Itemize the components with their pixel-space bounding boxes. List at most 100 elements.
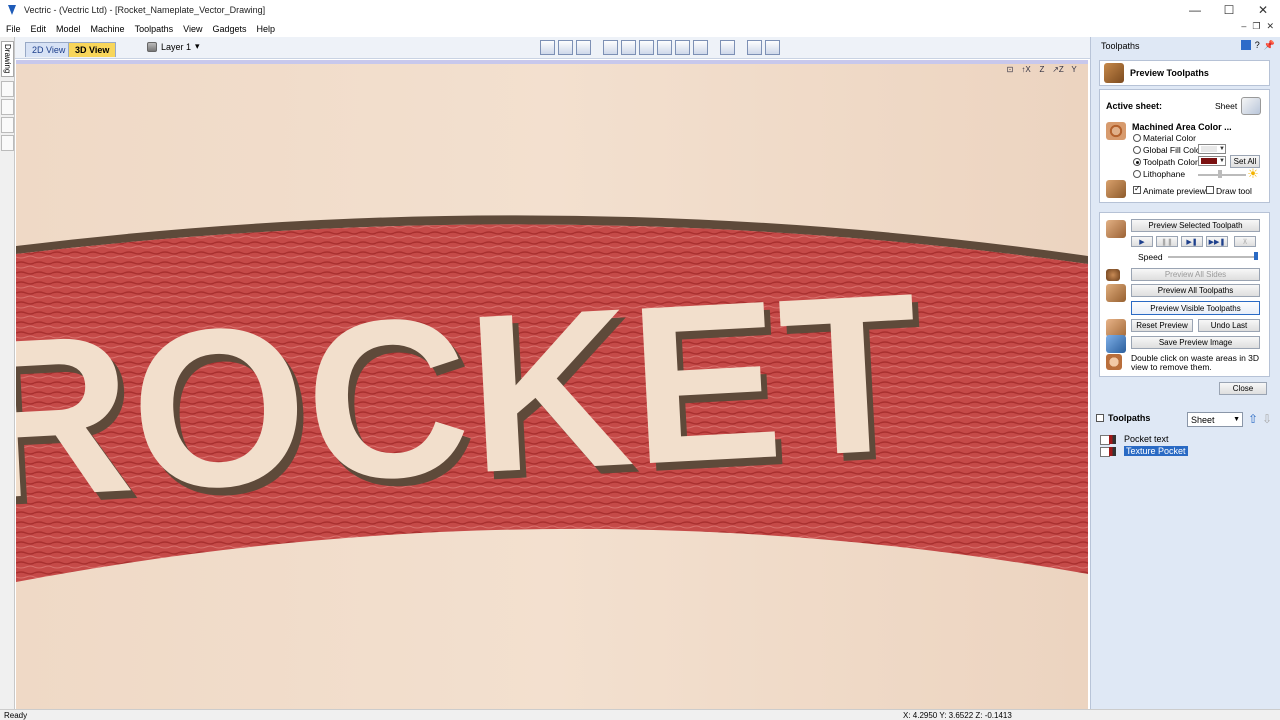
play-icon[interactable]: ▶: [1131, 236, 1153, 247]
pin-icon[interactable]: 📌: [1264, 40, 1275, 51]
layer-label: Layer 1: [161, 41, 192, 52]
active-sheet-label: Active sheet:: [1106, 101, 1163, 111]
view-rotate-icon[interactable]: [693, 40, 708, 55]
chevron-down-icon: ▾: [195, 41, 200, 51]
chevron-down-icon: ▼: [1219, 146, 1225, 152]
toolbar-separator: [711, 40, 717, 55]
speed-slider[interactable]: [1168, 256, 1256, 258]
toolpath-color-label: Toolpath Color: [1143, 157, 1198, 167]
strip-tab[interactable]: [1, 99, 14, 115]
speed-slider-thumb[interactable]: [1254, 252, 1258, 260]
toolpath-icon: [1100, 446, 1118, 457]
global-fill-color-picker[interactable]: ▼: [1198, 144, 1226, 154]
preview-visible-toolpaths-button[interactable]: Preview Visible Toolpaths: [1131, 301, 1260, 315]
status-bar: Ready X: 4.2950 Y: 3.6522 Z: -0.1413: [0, 709, 1280, 720]
mdi-close-icon[interactable]: ✕: [1266, 21, 1274, 32]
minimize-icon[interactable]: —: [1178, 0, 1212, 20]
iso-view-icon[interactable]: ⊡: [1003, 62, 1017, 76]
toolbar-separator: [738, 40, 744, 55]
menu-help[interactable]: Help: [257, 24, 276, 34]
reset-preview-button[interactable]: Reset Preview: [1131, 319, 1193, 332]
preview-selected-icon: [1106, 220, 1126, 238]
toolpath-item-pocket-text[interactable]: Pocket text: [1100, 433, 1169, 445]
lithophane-slider[interactable]: [1198, 174, 1246, 176]
layer-icon: [147, 41, 157, 52]
strip-tab[interactable]: [1, 81, 14, 97]
sheet-label: Sheet: [1215, 101, 1238, 111]
view-select-icon[interactable]: [675, 40, 690, 55]
undo-last-button[interactable]: Undo Last: [1198, 319, 1260, 332]
toolpath-item-texture-pocket[interactable]: Texture Pocket: [1100, 445, 1188, 457]
save-preview-image-button[interactable]: Save Preview Image: [1131, 336, 1260, 349]
chevron-down-icon: ▼: [1233, 416, 1240, 423]
chevron-down-icon: ▼: [1219, 158, 1225, 164]
lithophane-slider-thumb[interactable]: [1218, 170, 1222, 178]
global-fill-color-label: Global Fill Color: [1143, 145, 1204, 155]
preview-toolpaths-header: Preview Toolpaths: [1099, 60, 1270, 86]
snap-icon[interactable]: [540, 40, 555, 55]
layer-dropdown[interactable]: Layer 1 ▾: [147, 41, 200, 52]
layout-tile-icon[interactable]: [765, 40, 780, 55]
left-panel-strip: Drawing: [0, 37, 15, 709]
lighting-icon[interactable]: [720, 40, 735, 55]
skip-to-end-icon[interactable]: ▶▶❚: [1206, 236, 1228, 247]
mdi-minimize-icon[interactable]: –: [1241, 21, 1246, 32]
stop-icon[interactable]: ⊼: [1234, 236, 1256, 247]
title-bar: Vectric - (Vectric Ltd) - [Rocket_Namepl…: [0, 0, 1280, 20]
3d-viewport[interactable]: ROCKET ROCKET: [16, 60, 1088, 709]
tab-3d-view[interactable]: 3D View: [68, 42, 117, 57]
z-rotate-view-icon[interactable]: ↗Z: [1051, 62, 1065, 76]
sheet-select[interactable]: Sheet ▼: [1187, 412, 1243, 427]
zoom-box-icon[interactable]: [657, 40, 672, 55]
y-view-icon[interactable]: Y: [1067, 62, 1081, 76]
x-view-icon[interactable]: ↑X: [1019, 62, 1033, 76]
move-up-icon[interactable]: ⇧: [1247, 412, 1259, 427]
toolbar-separator: [594, 40, 600, 55]
grid-snap-icon[interactable]: [558, 40, 573, 55]
drawing-tab[interactable]: Drawing: [1, 41, 14, 77]
help-icon[interactable]: ?: [1255, 40, 1260, 51]
close-button[interactable]: Close: [1219, 382, 1267, 395]
menu-machine[interactable]: Machine: [91, 24, 125, 34]
grid-icon[interactable]: [576, 40, 591, 55]
global-fill-swatch: [1201, 146, 1218, 152]
global-fill-color-radio[interactable]: [1133, 146, 1141, 154]
menu-toolpaths[interactable]: Toolpaths: [135, 24, 174, 34]
menu-file[interactable]: File: [6, 24, 21, 34]
layout-split-icon[interactable]: [747, 40, 762, 55]
mdi-restore-icon[interactable]: ❐: [1252, 21, 1260, 32]
strip-tab[interactable]: [1, 117, 14, 133]
toolpath-color-radio[interactable]: [1133, 158, 1141, 166]
menu-gadgets[interactable]: Gadgets: [212, 24, 246, 34]
menu-edit[interactable]: Edit: [31, 24, 47, 34]
move-down-icon[interactable]: ⇩: [1261, 412, 1273, 427]
tab-2d-view[interactable]: 2D View: [25, 42, 73, 57]
palette-icon[interactable]: [1241, 97, 1261, 115]
preview-all-toolpaths-button[interactable]: Preview All Toolpaths: [1131, 284, 1260, 297]
draw-tool-checkbox[interactable]: [1206, 186, 1214, 194]
material-color-label: Material Color: [1143, 133, 1196, 143]
menu-view[interactable]: View: [183, 24, 202, 34]
pause-icon[interactable]: ❚❚: [1156, 236, 1178, 247]
view-orientation-icons: ⊡ ↑X Z ↗Z Y: [1003, 62, 1081, 76]
pan-icon[interactable]: [603, 40, 618, 55]
lithophane-radio[interactable]: [1133, 170, 1141, 178]
panel-dock-icon[interactable]: [1240, 40, 1251, 50]
maximize-icon[interactable]: ☐: [1212, 0, 1246, 20]
draw-tool-label: Draw tool: [1216, 186, 1252, 196]
material-color-radio[interactable]: [1133, 134, 1141, 142]
close-icon[interactable]: ✕: [1246, 0, 1280, 20]
zoom-extents-icon[interactable]: [639, 40, 654, 55]
toolpaths-select-all-checkbox[interactable]: [1096, 414, 1104, 422]
zoom-in-icon[interactable]: [621, 40, 636, 55]
strip-tab[interactable]: [1, 135, 14, 151]
preview-selected-toolpath-button[interactable]: Preview Selected Toolpath: [1131, 219, 1260, 232]
toolpath-item-label: Texture Pocket: [1124, 446, 1188, 456]
step-forward-icon[interactable]: ▶❚: [1181, 236, 1203, 247]
preview-all-sides-button[interactable]: Preview All Sides: [1131, 268, 1260, 281]
toolpath-color-picker[interactable]: ▼: [1198, 156, 1226, 166]
z-view-icon[interactable]: Z: [1035, 62, 1049, 76]
3d-render: ROCKET ROCKET: [16, 60, 1088, 709]
menu-model[interactable]: Model: [56, 24, 81, 34]
animate-preview-checkbox[interactable]: [1133, 184, 1141, 194]
